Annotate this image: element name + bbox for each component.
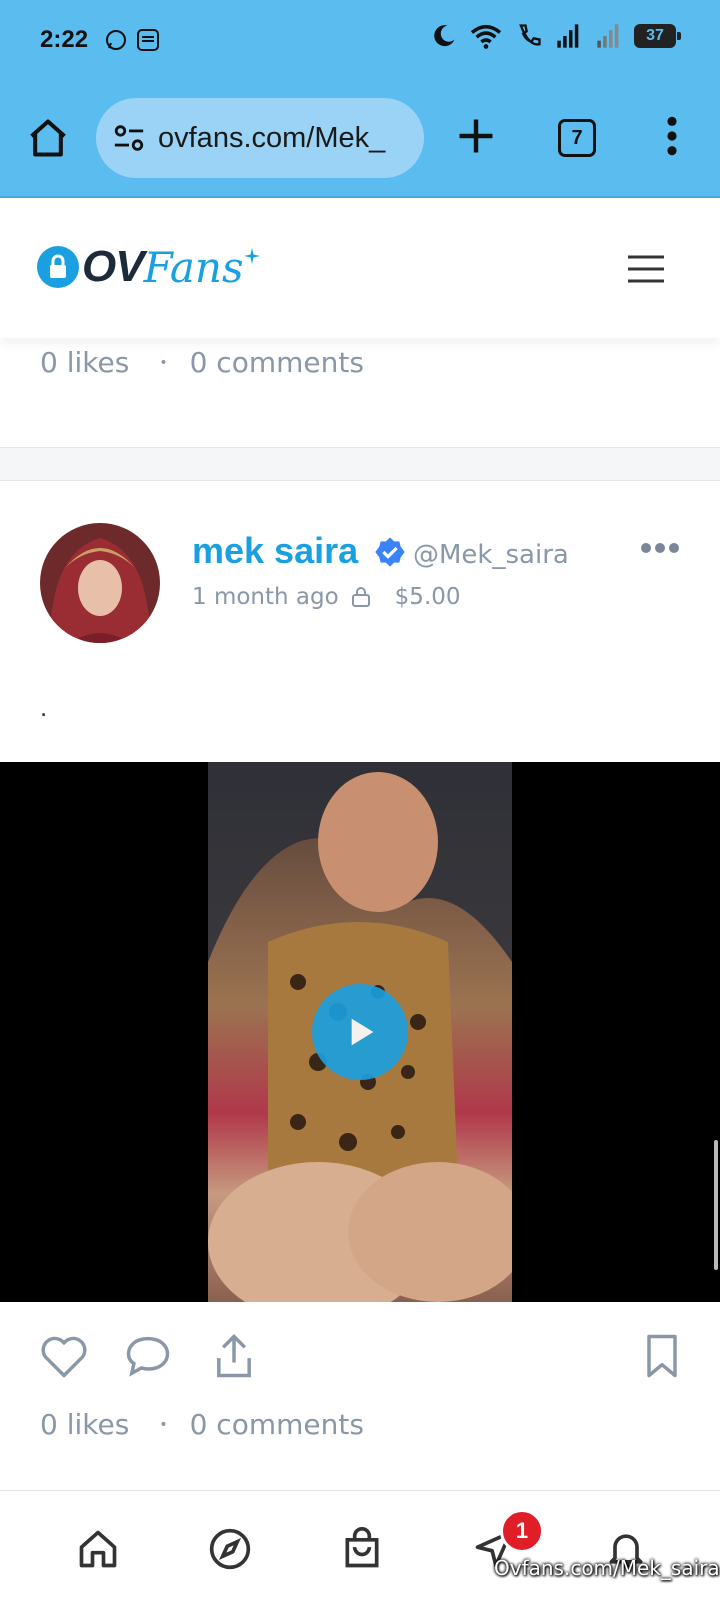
- nav-home-icon[interactable]: [76, 1527, 120, 1571]
- site-settings-icon[interactable]: [112, 121, 146, 155]
- play-button[interactable]: [312, 984, 408, 1080]
- tab-switcher-button[interactable]: 7: [558, 119, 596, 157]
- more-options-icon[interactable]: [640, 540, 680, 556]
- post-divider: [0, 447, 720, 481]
- author-handle[interactable]: @Mek_saira: [413, 540, 569, 570]
- messages-badge-count: 1: [515, 1518, 529, 1543]
- do-not-disturb-moon-icon: [434, 25, 455, 47]
- likes-count[interactable]: 0 likes: [40, 1408, 129, 1441]
- wifi-icon: [470, 24, 502, 49]
- logo-text-fans: Fans: [143, 242, 244, 292]
- avatar-image: [40, 523, 160, 643]
- post-stats: 0 likes • 0 comments: [40, 1408, 364, 1441]
- bookmark-icon[interactable]: [636, 1330, 688, 1382]
- signal-icon: [557, 24, 579, 48]
- battery-icon: 37: [634, 24, 681, 48]
- ovfans-logo[interactable]: OV Fans: [34, 242, 260, 292]
- post-price: $5.00: [394, 584, 461, 610]
- comments-count[interactable]: 0 comments: [190, 1408, 364, 1441]
- nav-explore-compass-icon[interactable]: [208, 1527, 252, 1571]
- browser-toolbar: ovfans.com/Mek_ 7: [0, 84, 720, 198]
- post-meta: 1 month ago $5.00: [192, 584, 461, 610]
- site-header: OV Fans: [0, 198, 720, 338]
- tab-count: 7: [571, 126, 583, 149]
- bottom-navigation: 1: [0, 1490, 720, 1605]
- post-time: 1 month ago: [192, 584, 339, 610]
- whatsapp-icon: [106, 30, 126, 50]
- like-heart-icon[interactable]: [38, 1330, 90, 1382]
- post-caption: .: [40, 692, 48, 722]
- verified-badge-icon: [375, 537, 405, 567]
- new-tab-icon[interactable]: [454, 114, 498, 158]
- status-icons: 37: [430, 22, 681, 50]
- address-bar[interactable]: ovfans.com/Mek_: [96, 98, 424, 178]
- touch-n-go-icon: [137, 29, 159, 51]
- messages-badge: 1: [500, 1509, 544, 1553]
- lock-logo-icon: [37, 246, 79, 288]
- logo-text-ov: OV: [82, 242, 145, 291]
- sparkle-icon: [243, 248, 260, 264]
- url-text[interactable]: ovfans.com/Mek_: [158, 122, 408, 155]
- browser-menu-icon[interactable]: [656, 114, 688, 158]
- separator-dot: •: [159, 354, 168, 371]
- watermark-text: Ovfans.com/Mek_saira: [494, 1556, 720, 1580]
- wifi-calling-icon: [519, 24, 541, 46]
- post-actions: [0, 1330, 720, 1386]
- scrollbar[interactable]: [714, 1140, 718, 1270]
- share-icon[interactable]: [208, 1330, 260, 1382]
- avatar[interactable]: [40, 523, 160, 643]
- play-icon: [351, 1018, 374, 1046]
- prev-post-stats: 0 likes • 0 comments: [40, 346, 364, 379]
- lock-icon: [351, 587, 370, 607]
- prev-comments-count[interactable]: 0 comments: [190, 346, 364, 379]
- comment-icon[interactable]: [122, 1330, 174, 1382]
- nav-shop-bag-icon[interactable]: [340, 1527, 384, 1571]
- status-bar: 2:22 37: [0, 0, 720, 84]
- hamburger-menu-icon[interactable]: [626, 254, 666, 284]
- prev-likes-count[interactable]: 0 likes: [40, 346, 129, 379]
- home-icon[interactable]: [26, 116, 70, 160]
- signal-2-icon: [597, 24, 619, 48]
- separator-dot: •: [159, 1416, 168, 1433]
- author-name[interactable]: mek saira: [192, 530, 358, 572]
- status-time: 2:22: [40, 26, 89, 53]
- battery-level: 37: [646, 27, 664, 44]
